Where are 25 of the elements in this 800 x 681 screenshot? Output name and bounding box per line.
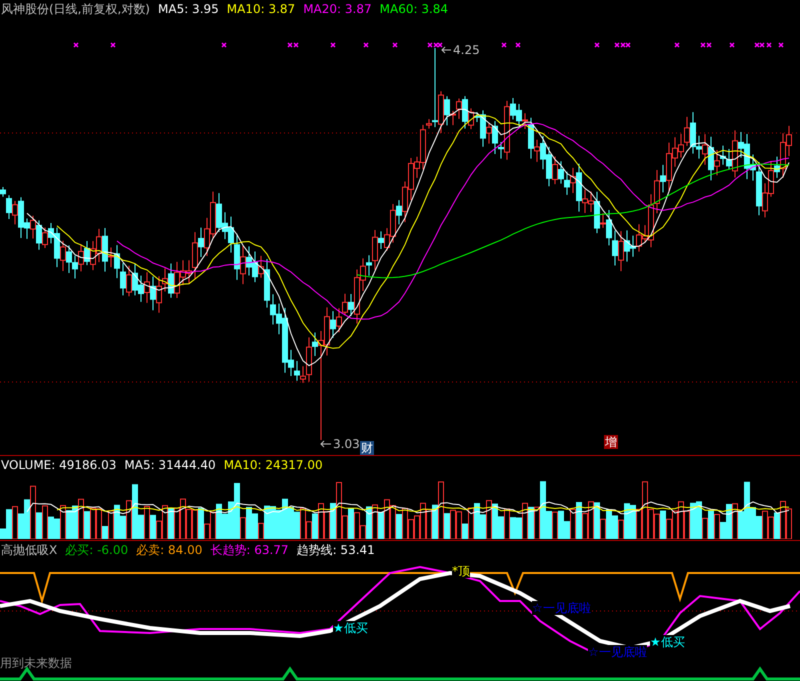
moving-average-reading: MA60: 3.84 — [380, 2, 448, 16]
indicator-reading: 必卖: 84.00 — [136, 542, 202, 558]
high-price-label: 4.25 — [453, 43, 480, 57]
volume-reading: VOLUME: 49186.03 — [1, 458, 116, 472]
event-marker[interactable]: 财 — [360, 441, 374, 455]
signal-label: ☆一见底啦 — [588, 645, 647, 659]
moving-average-reading: MA10: 3.87 — [226, 2, 296, 16]
low-price-label: 3.03 — [333, 437, 360, 451]
signal-label: ★低买 — [650, 635, 685, 649]
arrow-icon — [320, 440, 332, 448]
indicator-reading: 趋势线: 53.41 — [296, 542, 375, 558]
volume-reading: MA10: 24317.00 — [224, 458, 323, 472]
moving-average-reading: MA5: 3.95 — [158, 2, 219, 16]
indicator-reading: 必买: -6.00 — [65, 542, 128, 558]
signal-label: ★低买 — [333, 621, 368, 635]
signal-label: *顶 — [452, 564, 470, 578]
moving-average-reading: MA20: 3.87 — [303, 2, 372, 16]
signal-label: ☆一见底啦 — [532, 601, 591, 615]
arrow-icon — [441, 46, 452, 54]
stock-title: 风神股份(日线,前复权,对数) — [1, 0, 150, 18]
volume-reading: MA5: 31444.40 — [124, 458, 216, 472]
event-marker[interactable]: 增 — [604, 435, 618, 449]
indicator-reading: 高抛低吸X — [1, 542, 58, 558]
indicator-reading: 长趋势: 63.77 — [210, 542, 289, 558]
warning-note: 用到未来数据 — [0, 656, 72, 670]
